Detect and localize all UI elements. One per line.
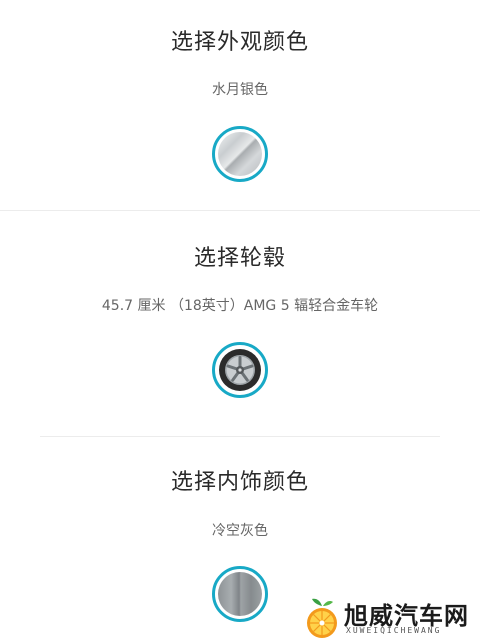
interior-color-value: 冷空灰色 — [212, 523, 268, 539]
wheel-swatch[interactable] — [212, 342, 268, 398]
silver-paint-swatch-icon — [218, 132, 262, 176]
wheel-value: 45.7 厘米 （18英寸）AMG 5 辐轻合金车轮 — [101, 298, 379, 314]
orange-logo-icon — [302, 596, 342, 640]
interior-color-title: 选择内饰颜色 — [170, 470, 309, 495]
watermark-sub: XUWEIQICHEWANG — [346, 626, 442, 635]
wheel-title: 选择轮毂 — [193, 246, 286, 271]
grey-interior-swatch-icon — [218, 572, 262, 616]
interior-color-swatch[interactable] — [212, 566, 268, 622]
section-divider — [40, 436, 440, 437]
exterior-color-swatch[interactable] — [212, 126, 268, 182]
section-divider — [0, 210, 480, 211]
wheel-icon — [218, 348, 262, 392]
exterior-color-value: 水月银色 — [212, 82, 268, 98]
exterior-color-title: 选择外观颜色 — [170, 30, 309, 55]
watermark: 旭威汽车网 XUWEIQICHEWANG — [302, 596, 478, 642]
